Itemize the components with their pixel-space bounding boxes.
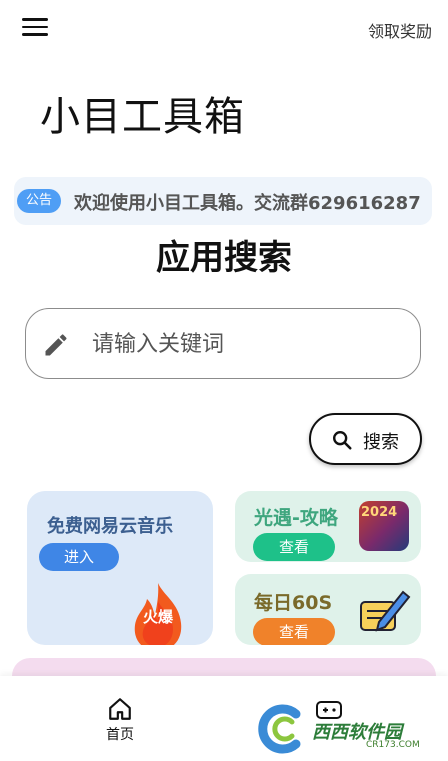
notice-banner: 公告 欢迎使用小目工具箱。交流群629616287 [14, 177, 432, 225]
search-icon [333, 431, 352, 450]
game-thumbnail: 2024 [359, 501, 409, 551]
notice-text: 欢迎使用小目工具箱。交流群629616287 [74, 193, 421, 214]
card-title: 每日60S [254, 592, 333, 614]
note-pencil-icon [360, 590, 411, 632]
card-free-music[interactable]: 免费网易云音乐 进入 火爆 [27, 491, 213, 645]
card-title: 光遇-攻略 [254, 507, 338, 529]
nav-home-label: 首页 [106, 727, 134, 743]
watermark: 西西软件园 CR173.COM [252, 700, 432, 756]
card-title: 免费网易云音乐 [47, 516, 173, 537]
thumbnail-text: 2024 [361, 505, 398, 520]
notice-badge: 公告 [17, 189, 61, 213]
home-icon [109, 698, 131, 720]
search-button[interactable]: 搜索 [309, 413, 422, 465]
view-button[interactable]: 查看 [253, 533, 335, 561]
pencil-icon [45, 334, 67, 356]
app-title: 小目工具箱 [40, 94, 245, 140]
nav-item-home[interactable]: 首页 [92, 694, 148, 746]
view-button[interactable]: 查看 [253, 618, 335, 645]
watermark-logo-icon [258, 704, 301, 754]
search-input[interactable] [90, 323, 394, 365]
section-title: 应用搜索 [156, 238, 292, 278]
watermark-subtext: CR173.COM [366, 740, 420, 750]
hot-badge: 火爆 [142, 608, 173, 626]
search-button-label: 搜索 [363, 432, 399, 453]
claim-reward-button[interactable]: 领取奖励 [368, 18, 432, 42]
search-field[interactable] [25, 308, 421, 379]
enter-button[interactable]: 进入 [39, 543, 119, 571]
card-sky-guide[interactable]: 光遇-攻略 查看 2024 [235, 491, 421, 562]
card-daily-60s[interactable]: 每日60S 查看 [235, 574, 421, 645]
menu-icon[interactable] [22, 18, 48, 40]
